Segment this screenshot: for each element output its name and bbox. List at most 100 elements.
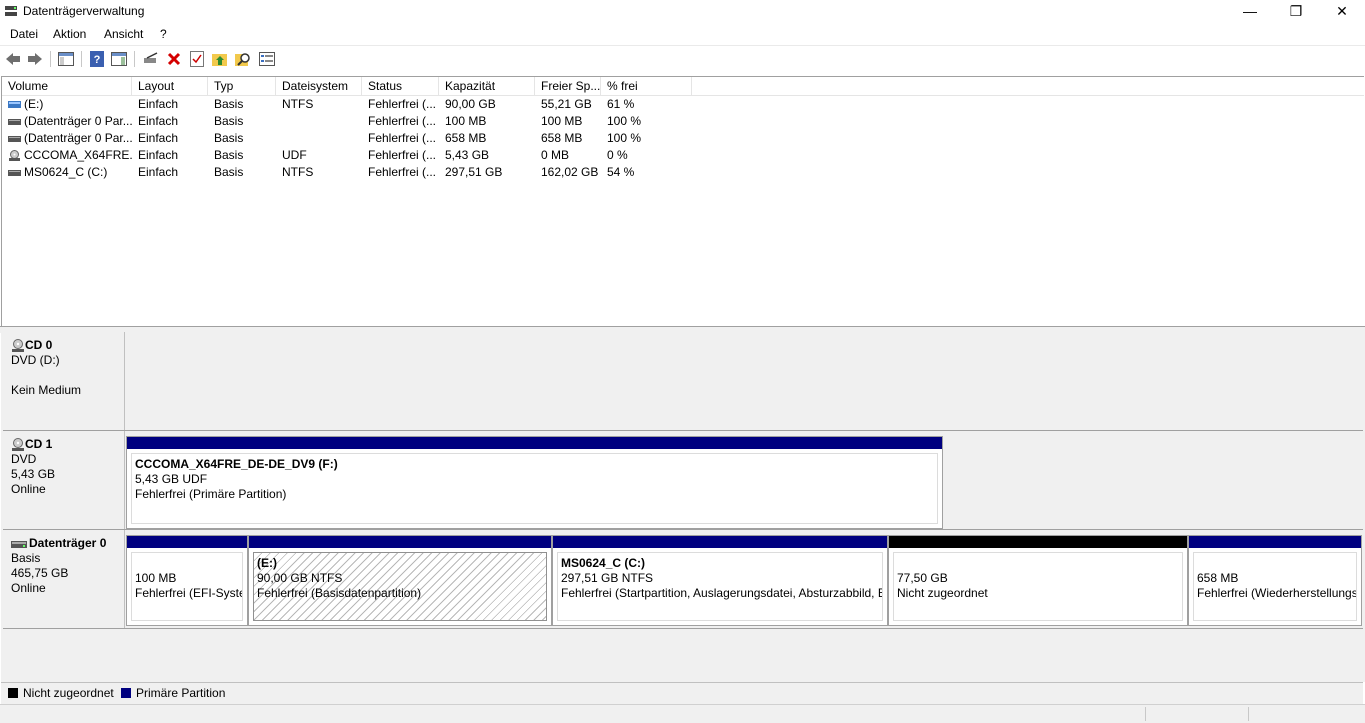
disk-label-disk0[interactable]: Datenträger 0 Basis 465,75 GB Online xyxy=(3,530,125,628)
table-row[interactable]: (Datenträger 0 Par... Einfach Basis Fehl… xyxy=(2,130,1364,147)
delete-icon[interactable] xyxy=(165,50,183,68)
partition-title xyxy=(1197,556,1353,571)
cell-freier-speicher: 100 MB xyxy=(541,114,583,128)
partition-size: 5,43 GB UDF xyxy=(135,472,208,486)
cell-prozent-frei: 100 % xyxy=(607,114,642,128)
menu-aktion[interactable]: Aktion xyxy=(51,27,88,41)
partition-status: Fehlerfrei (Primäre Partition) xyxy=(135,487,287,501)
cell-volume: (Datenträger 0 Par... xyxy=(2,113,132,130)
partition-title: (E:) xyxy=(257,556,277,570)
cell-typ: Basis xyxy=(214,114,244,128)
search-icon[interactable] xyxy=(234,50,252,68)
minimize-button[interactable]: — xyxy=(1227,0,1273,24)
cell-kapazitaet: 658 MB xyxy=(445,131,487,145)
close-button[interactable]: ✕ xyxy=(1319,0,1365,24)
cell-freier-speicher: 162,02 GB xyxy=(541,165,599,179)
partition-efi[interactable]: 100 MB Fehlerfrei (EFI-Systempartition) xyxy=(126,535,248,626)
partition-info: CCCOMA_X64FRE_DE-DE_DV9 (F:) 5,43 GB UDF… xyxy=(131,453,938,524)
column-header-dateisystem[interactable]: Dateisystem xyxy=(276,77,362,95)
cell-layout: Einfach xyxy=(138,131,179,145)
table-row[interactable]: (E:) Einfach Basis NTFS Fehlerfrei (... … xyxy=(2,96,1364,113)
disk-name: CD 0 xyxy=(25,338,53,352)
partition-size: 77,50 GB xyxy=(897,571,948,585)
disk-state: Online xyxy=(11,482,46,496)
toolbar-separator xyxy=(81,51,82,67)
cell-dateisystem: UDF xyxy=(282,148,307,162)
menu-ansicht[interactable]: Ansicht xyxy=(102,27,145,41)
disk-label-cd0[interactable]: CD 0 DVD (D:) Kein Medium xyxy=(3,332,125,430)
menu-help[interactable]: ? xyxy=(158,27,169,41)
disk-state: Kein Medium xyxy=(11,383,82,397)
action-pane-icon[interactable] xyxy=(110,50,128,68)
cell-status: Fehlerfrei (... xyxy=(368,97,437,111)
cell-dateisystem xyxy=(276,130,362,147)
disk-icon xyxy=(8,170,21,176)
status-separator xyxy=(1248,707,1249,721)
disk-label-cd1[interactable]: CD 1 DVD 5,43 GB Online xyxy=(3,431,125,529)
cell-kapazitaet: 5,43 GB xyxy=(445,148,490,162)
cell-kapazitaet: 297,51 GB xyxy=(445,165,503,179)
disk-type: DVD (D:) xyxy=(11,353,60,367)
cell-typ: Basis xyxy=(214,165,244,179)
table-row[interactable]: (Datenträger 0 Par... Einfach Basis Fehl… xyxy=(2,113,1364,130)
back-icon[interactable] xyxy=(4,50,22,68)
check-disk-icon[interactable] xyxy=(188,50,206,68)
toolbar-separator xyxy=(50,51,51,67)
cell-volume: CCCOMA_X64FRE... xyxy=(2,147,132,164)
forward-icon[interactable] xyxy=(26,50,44,68)
primary-partition-bar xyxy=(1189,536,1361,548)
partition-c[interactable]: MS0624_C (C:) 297,51 GB NTFS Fehlerfrei … xyxy=(552,535,888,626)
cd-drive-icon xyxy=(12,338,24,352)
cell-typ: Basis xyxy=(214,97,244,111)
cell-layout: Einfach xyxy=(138,114,179,128)
help-icon[interactable]: ? xyxy=(88,50,106,68)
partition-info: (E:) 90,00 GB NTFS Fehlerfrei (Basisdate… xyxy=(253,552,547,621)
table-row[interactable]: CCCOMA_X64FRE... Einfach Basis UDF Fehle… xyxy=(2,147,1364,164)
volume-name: (Datenträger 0 Par... xyxy=(24,131,132,145)
primary-partition-bar xyxy=(127,437,942,449)
menu-datei[interactable]: Datei xyxy=(8,27,40,41)
partition-status: Fehlerfrei (Startpartition, Auslagerungs… xyxy=(561,586,882,600)
cell-prozent-frei: 54 % xyxy=(607,165,635,179)
cell-freier-speicher: 658 MB xyxy=(541,131,583,145)
column-header-kapazitaet[interactable]: Kapazität xyxy=(439,77,535,95)
volume-name: CCCOMA_X64FRE... xyxy=(24,148,132,162)
volume-name: (Datenträger 0 Par... xyxy=(24,114,132,128)
cell-status: Fehlerfrei (... xyxy=(368,114,437,128)
partition-info: 77,50 GB Nicht zugeordnet xyxy=(893,552,1183,621)
column-header-prozent-frei[interactable]: % frei xyxy=(601,77,692,95)
partition-unallocated[interactable]: 77,50 GB Nicht zugeordnet xyxy=(888,535,1188,626)
console-tree-icon[interactable] xyxy=(57,50,75,68)
table-row[interactable]: MS0624_C (C:) Einfach Basis NTFS Fehlerf… xyxy=(2,164,1364,181)
column-header-typ[interactable]: Typ xyxy=(208,77,276,95)
maximize-button[interactable]: ❐ xyxy=(1273,0,1319,24)
column-header-layout[interactable]: Layout xyxy=(132,77,208,95)
cell-prozent-frei: 61 % xyxy=(607,97,635,111)
primary-swatch xyxy=(121,688,131,698)
list-header: Volume Layout Typ Dateisystem Status Kap… xyxy=(2,77,1364,96)
disk-state: Online xyxy=(11,581,46,595)
title-bar: Datenträgerverwaltung — ❐ ✕ xyxy=(0,0,1365,24)
partition-status: Nicht zugeordnet xyxy=(897,586,988,600)
partition-e[interactable]: (E:) 90,00 GB NTFS Fehlerfrei (Basisdate… xyxy=(248,535,552,626)
disk-icon xyxy=(8,119,21,125)
cd-drive-icon xyxy=(12,437,24,451)
status-separator xyxy=(1145,707,1146,721)
volume-list[interactable]: Volume Layout Typ Dateisystem Status Kap… xyxy=(1,76,1364,328)
properties-icon[interactable] xyxy=(258,50,276,68)
partition-status: Fehlerfrei (Basisdatenpartition) xyxy=(257,586,422,600)
primary-partition-bar xyxy=(127,536,247,548)
cd-icon xyxy=(9,150,20,161)
up-folder-icon[interactable] xyxy=(211,50,229,68)
status-bar xyxy=(0,704,1365,723)
partition-title: MS0624_C (C:) xyxy=(561,556,646,570)
column-header-status[interactable]: Status xyxy=(362,77,439,95)
disk-type: DVD xyxy=(11,452,37,466)
cell-volume: (E:) xyxy=(2,96,132,113)
connect-disk-icon[interactable] xyxy=(142,50,160,68)
partition-recovery[interactable]: 658 MB Fehlerfrei (Wiederherstellungspar… xyxy=(1188,535,1362,626)
column-header-freier-speicher[interactable]: Freier Sp... xyxy=(535,77,601,95)
column-header-volume[interactable]: Volume xyxy=(2,77,132,95)
partition-cd1[interactable]: CCCOMA_X64FRE_DE-DE_DV9 (F:) 5,43 GB UDF… xyxy=(126,436,943,529)
partition-info: 100 MB Fehlerfrei (EFI-Systempartition) xyxy=(131,552,243,621)
